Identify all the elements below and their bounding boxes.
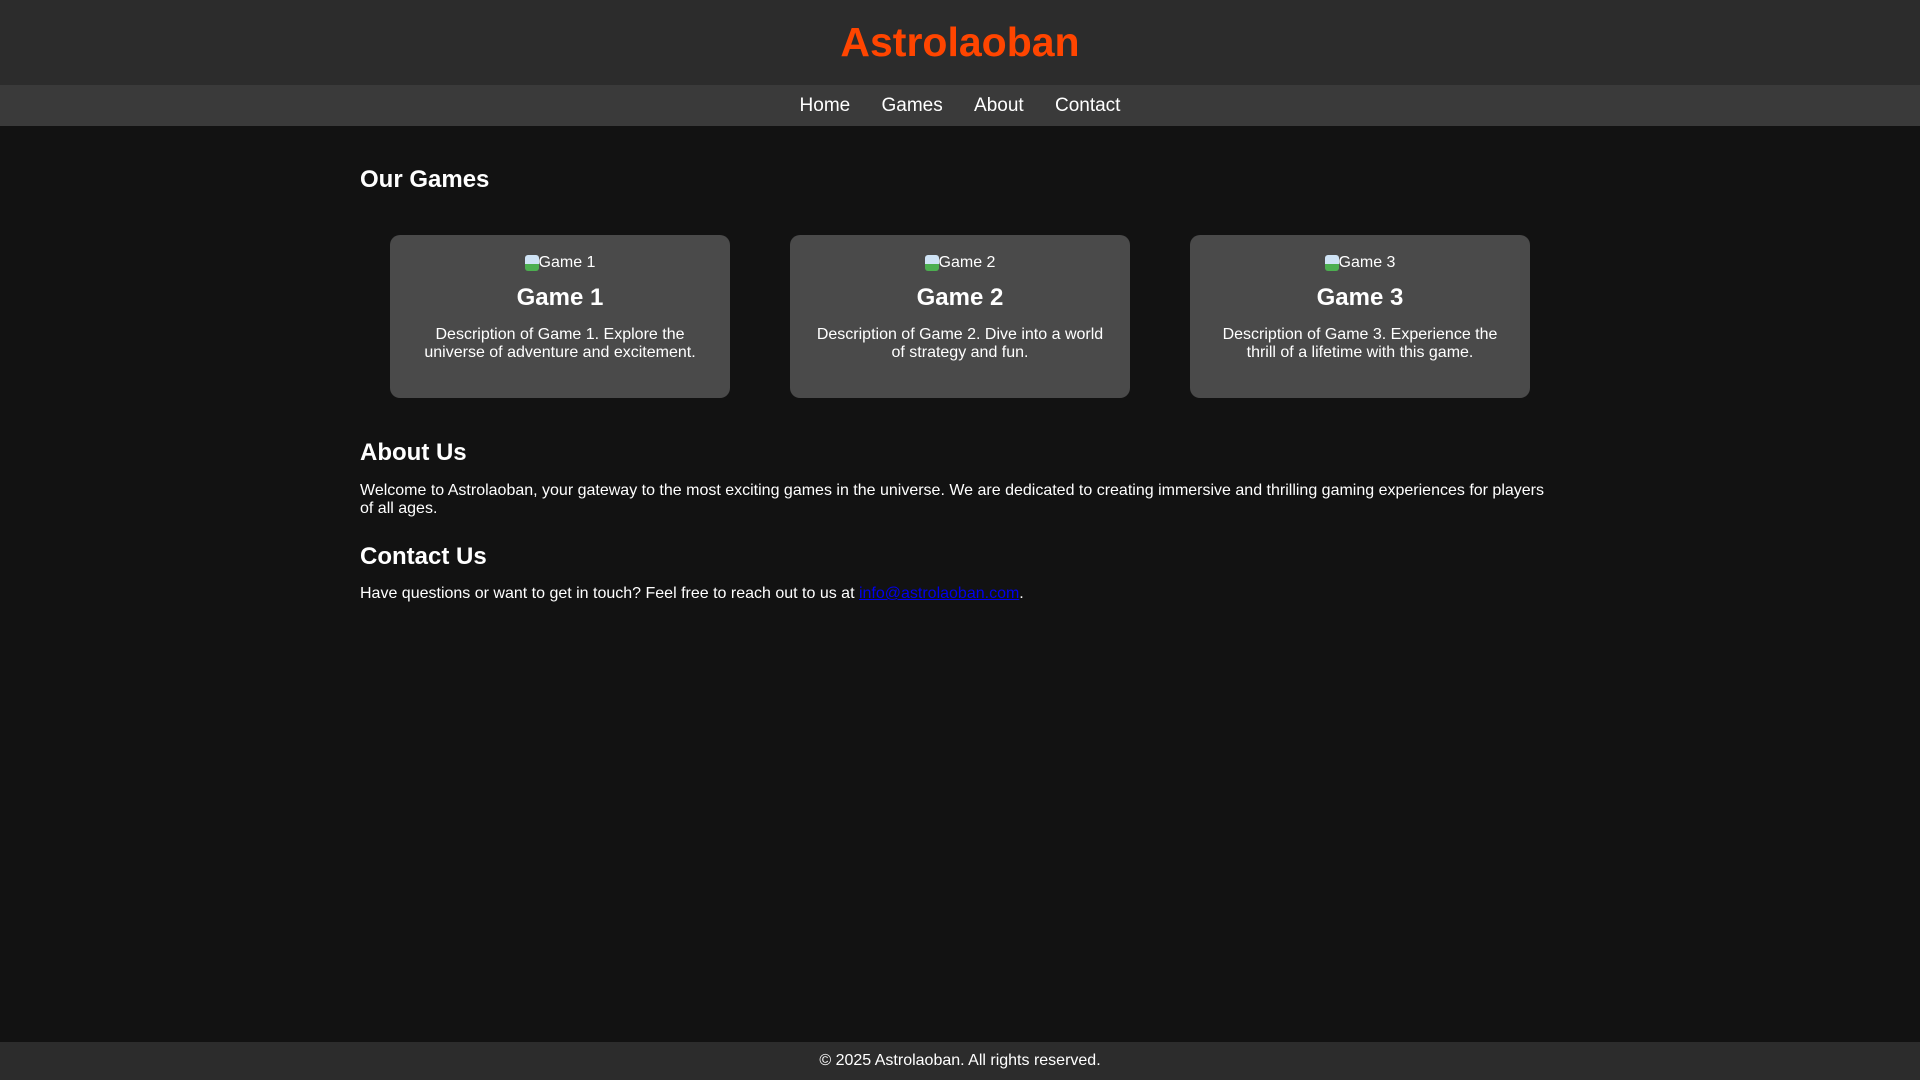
game-card: Game 1 Game 1 Description of Game 1. Exp… — [390, 235, 730, 398]
game-image: Game 2 — [924, 254, 995, 272]
email-link[interactable]: info@astrolaoban.com — [859, 585, 1019, 602]
contact-heading: Contact Us — [360, 543, 487, 570]
game-description: Description of Game 2. Dive into a world… — [816, 326, 1104, 361]
about-section: About Us Welcome to Astrolaoban, your ga… — [360, 439, 1560, 518]
game-card: Game 3 Game 3 Description of Game 3. Exp… — [1190, 235, 1530, 398]
contact-section: Contact Us Have questions or want to get… — [360, 543, 1560, 603]
about-text: Welcome to Astrolaoban, your gateway to … — [360, 482, 1545, 517]
game-card: Game 2 Game 2 Description of Game 2. Div… — [790, 235, 1130, 398]
nav-contact[interactable]: Contact — [1055, 95, 1120, 116]
contact-text: Have questions or want to get in touch? … — [360, 585, 1024, 602]
nav-home[interactable]: Home — [800, 95, 851, 116]
broken-image-icon — [924, 255, 939, 271]
main-nav: Home Games About Contact — [0, 85, 1920, 126]
broken-image-icon — [524, 255, 539, 271]
site-header: Astrolaoban — [0, 0, 1920, 85]
game-image: Game 1 — [524, 254, 595, 272]
game-cards: Game 1 Game 1 Description of Game 1. Exp… — [360, 235, 1560, 398]
games-heading: Our Games — [360, 166, 490, 193]
about-heading: About Us — [360, 439, 467, 466]
nav-games[interactable]: Games — [882, 95, 943, 116]
nav-about[interactable]: About — [974, 95, 1024, 116]
games-section: Our Games — [360, 166, 1560, 194]
site-title: Astrolaoban — [840, 19, 1080, 65]
game-title: Game 3 — [1316, 284, 1404, 311]
game-description: Description of Game 3. Experience the th… — [1222, 326, 1498, 361]
game-image: Game 3 — [1324, 254, 1395, 272]
game-title: Game 2 — [916, 284, 1004, 311]
game-title: Game 1 — [516, 284, 604, 311]
site-footer: © 2025 Astrolaoban. All rights reserved. — [0, 1042, 1920, 1080]
game-description: Description of Game 1. Explore the unive… — [424, 326, 696, 361]
broken-image-icon — [1324, 255, 1339, 271]
copyright-text: © 2025 Astrolaoban. All rights reserved. — [819, 1052, 1101, 1069]
